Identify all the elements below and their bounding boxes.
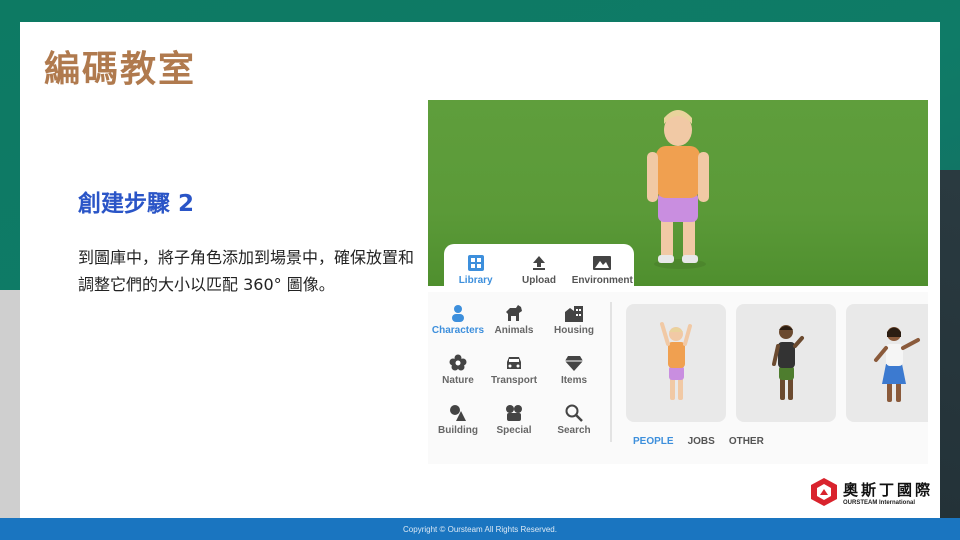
car-icon bbox=[507, 357, 521, 369]
category-animals-label: Animals bbox=[494, 325, 534, 336]
category-items[interactable]: Items bbox=[544, 354, 604, 404]
upload-icon bbox=[532, 255, 545, 270]
shapes-icon bbox=[450, 405, 466, 421]
footer-bar: Copyright © Oursteam All Rights Reserved… bbox=[0, 518, 960, 540]
search-icon bbox=[565, 404, 583, 422]
category-search[interactable]: Search bbox=[544, 404, 604, 454]
category-items-label: Items bbox=[560, 375, 588, 386]
filter-jobs[interactable]: JOBS bbox=[688, 436, 715, 447]
category-nature-label: Nature bbox=[442, 375, 474, 386]
category-characters[interactable]: Characters bbox=[428, 304, 488, 354]
category-housing[interactable]: Housing bbox=[544, 304, 604, 354]
library-tabs: Library Upload Environment bbox=[444, 244, 634, 296]
character-card[interactable] bbox=[846, 304, 928, 422]
copyright-text: Copyright © Oursteam All Rights Reserved… bbox=[403, 524, 557, 534]
flower-icon bbox=[449, 354, 467, 371]
category-special[interactable]: Special bbox=[484, 404, 544, 454]
category-transport[interactable]: Transport bbox=[484, 354, 544, 404]
brand-logo: 奧斯丁國際 OURSTEAM International bbox=[810, 474, 935, 510]
character-thumbnail-boy bbox=[772, 325, 804, 400]
character-card[interactable] bbox=[626, 304, 726, 422]
step-title: 創建步驟 2 bbox=[78, 191, 195, 217]
category-characters-label: Characters bbox=[431, 325, 485, 336]
category-nature[interactable]: Nature bbox=[428, 354, 488, 404]
character-card[interactable] bbox=[736, 304, 836, 422]
tab-environment-label: Environment bbox=[571, 274, 633, 286]
tab-upload[interactable]: Upload bbox=[507, 244, 570, 296]
logo-mark-icon bbox=[811, 478, 837, 506]
filter-people[interactable]: PEOPLE bbox=[633, 436, 674, 447]
category-special-label: Special bbox=[496, 425, 532, 436]
camera-icon bbox=[506, 405, 522, 421]
filter-other[interactable]: OTHER bbox=[729, 436, 764, 447]
slide-canvas: 編碼教室 創建步驟 2 到圖庫中，將子角色添加到場景中，確保放置和調整它們的大小… bbox=[20, 22, 940, 518]
tab-library-label: Library bbox=[458, 274, 493, 286]
character-filters: PEOPLE JOBS OTHER bbox=[633, 436, 764, 447]
environment-icon bbox=[593, 255, 612, 270]
library-icon bbox=[467, 254, 484, 271]
category-animals[interactable]: Animals bbox=[484, 304, 544, 354]
category-building[interactable]: Building bbox=[428, 404, 488, 454]
panel-divider bbox=[610, 302, 612, 442]
category-transport-label: Transport bbox=[490, 375, 538, 386]
tab-environment[interactable]: Environment bbox=[571, 244, 634, 296]
tab-library[interactable]: Library bbox=[444, 244, 507, 296]
character-thumbnail-blonde bbox=[660, 322, 692, 400]
step-description: 到圖庫中，將子角色添加到場景中，確保放置和調整它們的大小以匹配 360° 圖像。 bbox=[78, 248, 415, 294]
category-building-label: Building bbox=[438, 425, 478, 436]
logo-name-cn: 奧斯丁國際 bbox=[843, 480, 934, 499]
library-panel: Characters Animals Housing Nature Transp… bbox=[428, 292, 928, 464]
category-housing-label: Housing bbox=[554, 325, 594, 336]
slide-title: 編碼教室 bbox=[44, 49, 197, 90]
category-grid: Characters Animals Housing Nature Transp… bbox=[428, 296, 608, 456]
dog-icon bbox=[506, 305, 522, 321]
category-search-label: Search bbox=[557, 425, 591, 436]
character-thumbnail-girl bbox=[874, 327, 920, 402]
diamond-icon bbox=[565, 356, 583, 371]
logo-name-en: OURSTEAM International bbox=[843, 499, 916, 506]
building-icon bbox=[565, 306, 583, 322]
tab-upload-label: Upload bbox=[522, 274, 556, 286]
person-icon bbox=[452, 305, 464, 322]
cospaces-screenshot: Library Upload Environment Characters An… bbox=[428, 100, 928, 464]
